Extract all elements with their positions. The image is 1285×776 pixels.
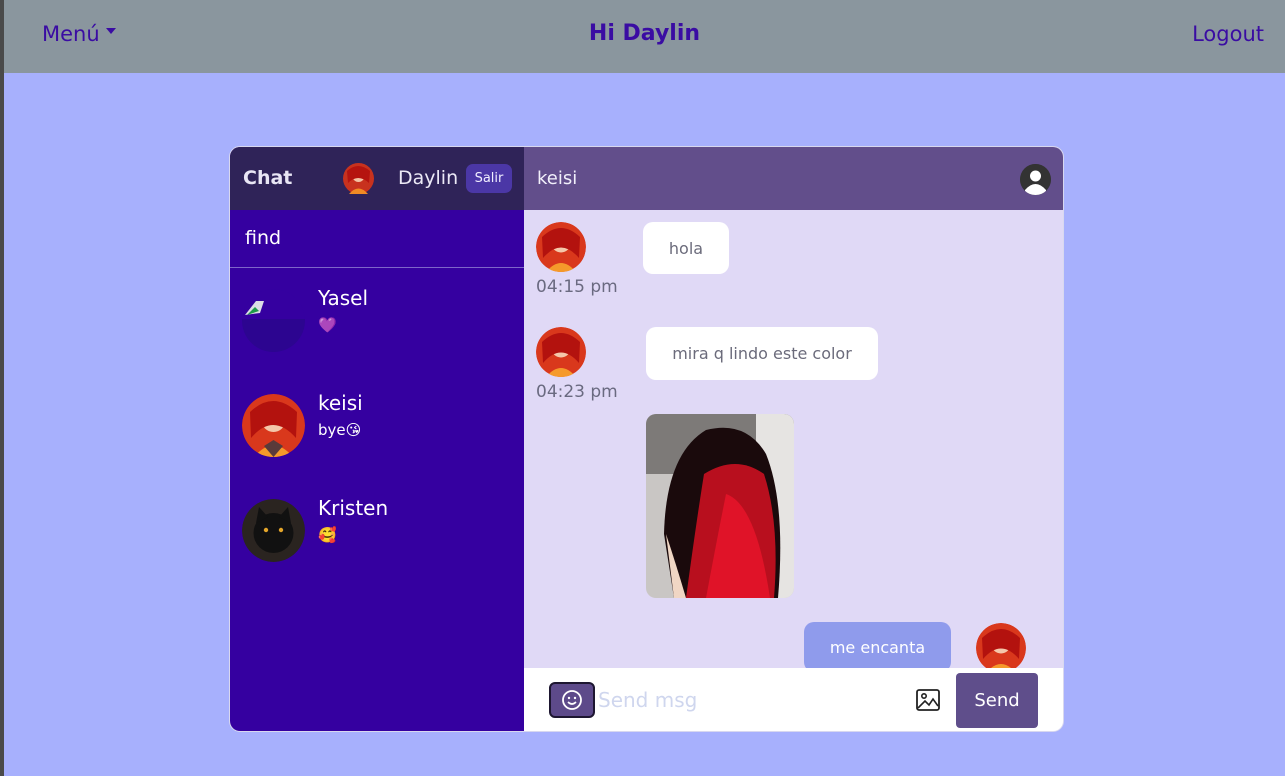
user-profile-icon[interactable] [1020,164,1051,195]
contact-item[interactable]: Kristen 🥰 [230,478,524,583]
sender-avatar [536,222,586,272]
conversation-header: keisi [524,147,1063,210]
find-contacts-input[interactable]: find [230,210,524,268]
message-input[interactable] [598,682,898,718]
image-upload-icon[interactable] [915,687,941,713]
contact-last-message: 💜 [318,316,337,334]
conversation-panel: keisi 04:15 pm hola 04:23 pm mira q lind… [524,147,1063,731]
smiley-icon [562,690,582,710]
window-edge [0,0,4,776]
contact-name: Yasel [318,286,368,310]
current-user-name: Daylin [398,167,459,189]
message-time: 04:23 pm [536,382,618,402]
message-time: 04:15 pm [536,277,618,297]
app-brand: Chat [243,167,293,189]
contacts-sidebar: Chat Daylin Salir find Yasel 💜 keisi bye… [230,147,524,731]
current-user-avatar [343,163,374,194]
contact-item[interactable]: keisi bye😘 [230,373,524,478]
sidebar-header: Chat Daylin Salir [230,147,524,210]
contact-item[interactable]: Yasel 💜 [230,268,524,373]
message-composer: Send [524,668,1063,731]
contact-last-message: bye😘 [318,421,362,439]
message-bubble: mira q lindo este color [646,327,878,380]
contact-avatar [242,394,305,457]
conversation-title: keisi [537,168,578,189]
contact-avatar [242,289,305,352]
page-title: Hi Daylin [588,21,701,46]
contact-last-message: 🥰 [318,526,337,544]
messages-list: 04:15 pm hola 04:23 pm mira q lindo este… [524,210,1063,668]
message-bubble: hola [643,222,729,274]
contact-avatar [242,499,305,562]
logout-link[interactable]: Logout [1192,22,1264,46]
own-avatar [976,623,1026,668]
exit-button[interactable]: Salir [466,164,512,193]
emoji-picker-button[interactable] [549,682,595,718]
sender-avatar [536,327,586,377]
send-button[interactable]: Send [956,673,1038,728]
top-navbar: Menú Hi Daylin Logout [4,0,1285,73]
chat-window: Chat Daylin Salir find Yasel 💜 keisi bye… [229,146,1064,732]
own-message-bubble: me encanta [804,622,951,668]
contact-name: Kristen [318,496,389,520]
contact-name: keisi [318,391,363,415]
message-photo[interactable] [646,414,794,598]
